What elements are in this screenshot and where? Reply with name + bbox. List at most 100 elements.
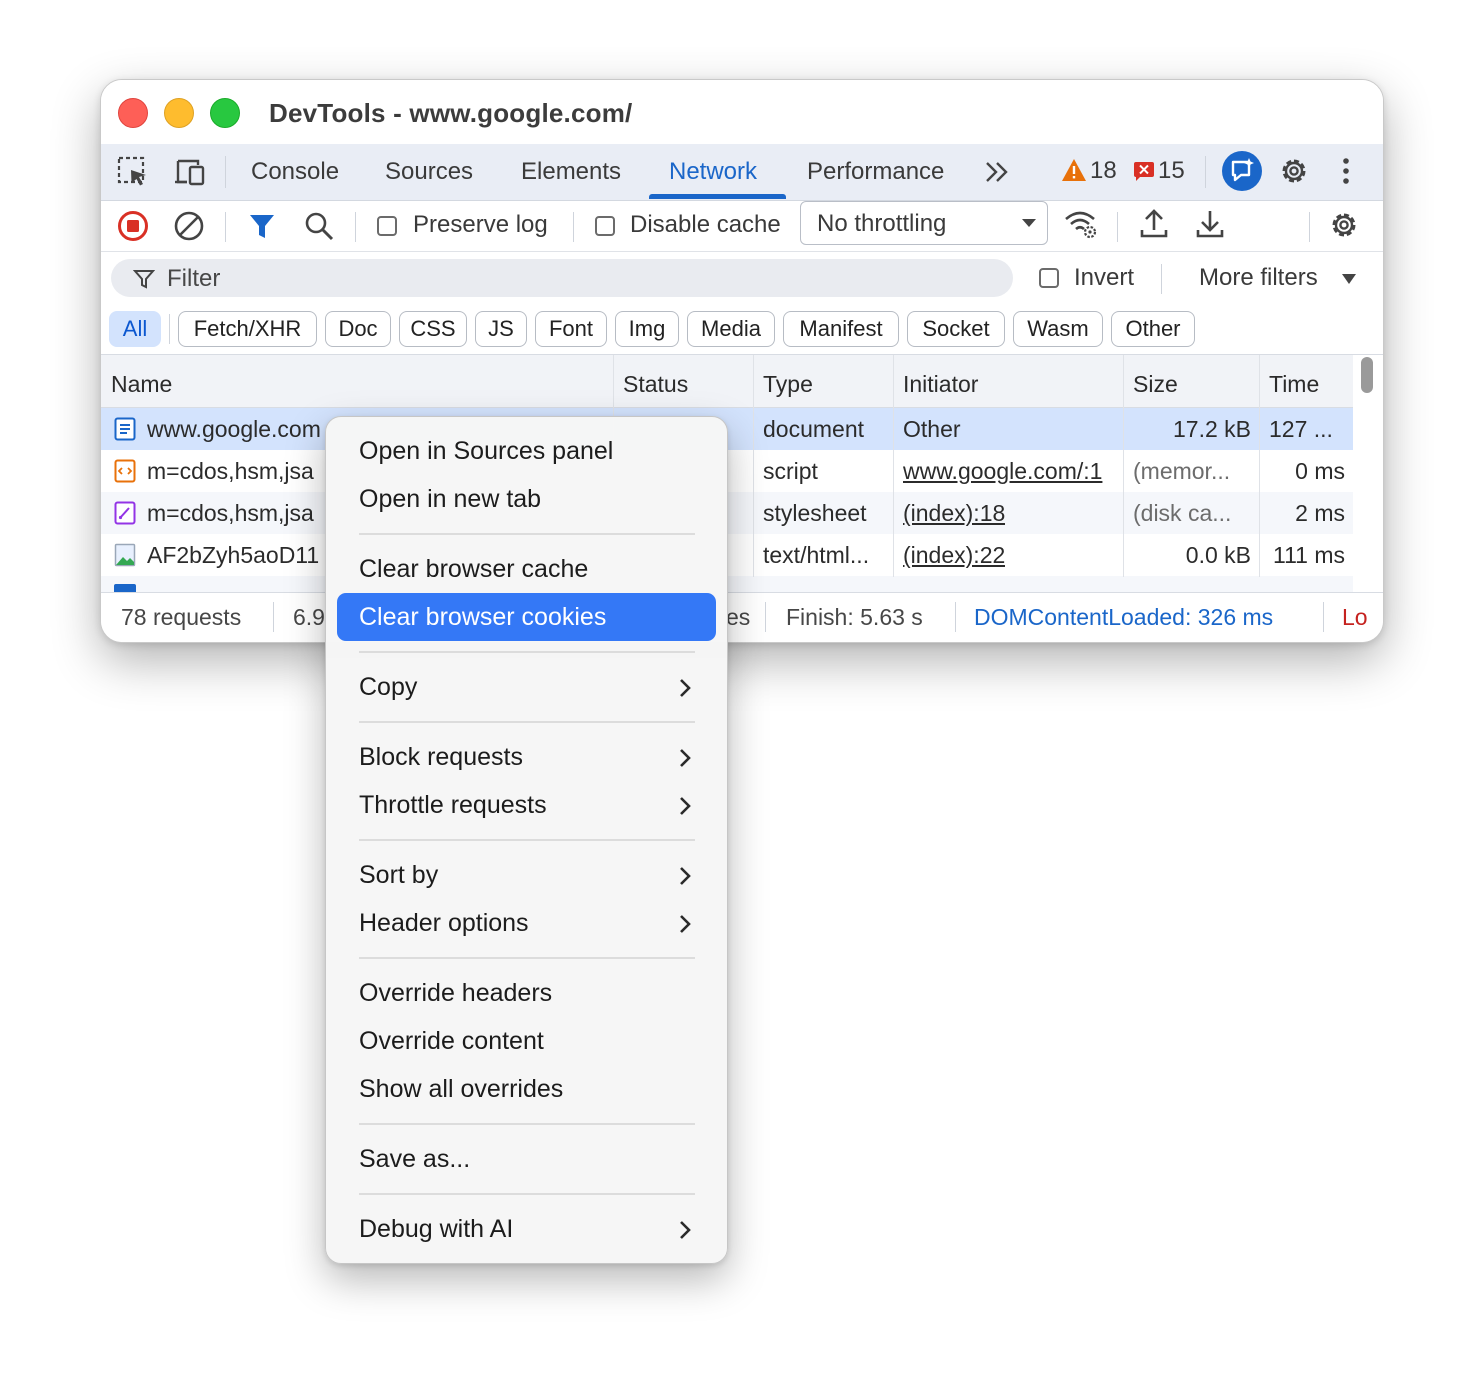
menu-item-clear-cache[interactable]: Clear browser cache — [359, 555, 588, 584]
network-settings-gear-icon[interactable] — [1327, 208, 1361, 242]
chip-socket[interactable]: Socket — [907, 311, 1005, 347]
request-name: m=cdos,hsm,jsa — [147, 458, 314, 484]
stop-recording-icon[interactable] — [117, 210, 149, 242]
request-initiator-link[interactable]: (index):22 — [903, 542, 1005, 569]
tab-elements[interactable]: Elements — [521, 158, 621, 186]
import-har-icon[interactable] — [1139, 208, 1169, 240]
menu-item-header-options[interactable]: Header options — [359, 909, 529, 938]
chip-fetch-xhr[interactable]: Fetch/XHR — [178, 311, 317, 347]
warning-icon[interactable] — [1061, 158, 1087, 182]
transferred-size: 6.9 — [293, 604, 325, 630]
column-header-time[interactable]: Time — [1269, 371, 1319, 398]
chip-css[interactable]: CSS — [399, 311, 467, 347]
ai-assistance-icon[interactable] — [1221, 150, 1263, 192]
more-options-icon[interactable] — [1341, 156, 1351, 186]
close-window-button[interactable] — [118, 98, 148, 128]
chip-doc[interactable]: Doc — [325, 311, 391, 347]
request-name: m=cdos,hsm,jsa — [147, 500, 314, 526]
disable-cache-checkbox[interactable] — [595, 216, 615, 236]
invert-label[interactable]: Invert — [1074, 264, 1134, 292]
menu-separator — [359, 721, 695, 723]
request-initiator-link[interactable]: www.google.com/:1 — [903, 458, 1123, 485]
request-initiator-link[interactable]: (index):18 — [903, 500, 1005, 527]
more-tabs-chevron-icon[interactable] — [982, 158, 1012, 186]
more-filters-button[interactable]: More filters — [1199, 264, 1318, 292]
document-icon — [114, 584, 136, 592]
image-file-icon — [114, 543, 136, 567]
network-toolbar: Preserve log Disable cache — [101, 201, 1383, 252]
toolbar-divider — [355, 212, 356, 242]
tab-sources[interactable]: Sources — [385, 158, 473, 186]
errors-count[interactable]: 15 — [1158, 157, 1185, 185]
minimize-window-button[interactable] — [164, 98, 194, 128]
finish-time: Finish: 5.63 s — [786, 604, 923, 630]
chevron-down-icon[interactable] — [1341, 273, 1357, 285]
menu-item-override-content[interactable]: Override content — [359, 1027, 544, 1056]
chevron-right-icon — [678, 677, 692, 699]
inspect-element-icon[interactable] — [117, 156, 149, 188]
clear-log-icon[interactable] — [173, 210, 205, 242]
column-header-status[interactable]: Status — [623, 371, 688, 398]
menu-item-open-in-sources[interactable]: Open in Sources panel — [359, 437, 613, 466]
preserve-log-checkbox[interactable] — [377, 216, 397, 236]
filter-funnel-icon[interactable] — [247, 211, 277, 241]
chip-all[interactable]: All — [109, 311, 161, 347]
menu-item-debug-with-ai[interactable]: Debug with AI — [359, 1215, 513, 1244]
preserve-log-label[interactable]: Preserve log — [413, 211, 548, 239]
panel-tabs-bar: Console Sources Elements Network Perform… — [101, 144, 1383, 201]
chip-js[interactable]: JS — [475, 311, 527, 347]
search-icon[interactable] — [303, 210, 335, 242]
toolbar-divider — [1117, 212, 1118, 242]
throttling-select[interactable]: No throttling — [800, 201, 1048, 245]
requests-count: 78 requests — [121, 604, 242, 630]
tab-performance[interactable]: Performance — [807, 158, 944, 186]
settings-gear-icon[interactable] — [1277, 154, 1311, 188]
menu-separator — [359, 1123, 695, 1125]
chip-wasm[interactable]: Wasm — [1013, 311, 1103, 347]
column-header-name[interactable]: Name — [111, 371, 172, 398]
menu-separator — [359, 1193, 695, 1195]
column-header-type[interactable]: Type — [763, 371, 813, 398]
chevron-right-icon — [678, 747, 692, 769]
chip-img[interactable]: Img — [615, 311, 679, 347]
menu-item-clear-cookies[interactable]: Clear browser cookies — [359, 603, 606, 632]
menu-item-save-as[interactable]: Save as... — [359, 1145, 470, 1174]
device-toolbar-icon[interactable] — [173, 156, 207, 188]
menu-item-copy[interactable]: Copy — [359, 673, 417, 702]
column-header-initiator[interactable]: Initiator — [903, 371, 978, 398]
tab-console[interactable]: Console — [251, 158, 339, 186]
tab-network[interactable]: Network — [669, 158, 757, 186]
error-icon[interactable] — [1133, 160, 1155, 182]
chip-media[interactable]: Media — [687, 311, 775, 347]
menu-item-override-headers[interactable]: Override headers — [359, 979, 552, 1008]
menu-item-sort-by[interactable]: Sort by — [359, 861, 438, 890]
chips-divider — [169, 314, 170, 344]
warnings-count[interactable]: 18 — [1090, 157, 1117, 185]
window-title: DevTools - www.google.com/ — [269, 98, 633, 128]
column-divider — [1259, 355, 1260, 577]
tabs-divider — [225, 156, 226, 188]
menu-item-show-all-overrides[interactable]: Show all overrides — [359, 1075, 563, 1104]
tabs-divider — [1205, 156, 1206, 188]
throttling-value: No throttling — [817, 210, 947, 237]
invert-checkbox[interactable] — [1039, 268, 1059, 288]
status-divider — [765, 602, 766, 632]
zoom-window-button[interactable] — [210, 98, 240, 128]
filter-input[interactable]: Filter — [111, 259, 1013, 297]
column-divider — [753, 355, 754, 577]
filter-placeholder: Filter — [167, 265, 221, 292]
chip-font[interactable]: Font — [535, 311, 607, 347]
request-type: stylesheet — [763, 500, 867, 526]
menu-item-block-requests[interactable]: Block requests — [359, 743, 523, 772]
column-header-size[interactable]: Size — [1133, 371, 1178, 398]
export-har-icon[interactable] — [1195, 208, 1225, 240]
menu-item-open-in-new-tab[interactable]: Open in new tab — [359, 485, 541, 514]
context-menu: Open in Sources panel Open in new tab Cl… — [325, 416, 728, 1264]
network-conditions-icon[interactable] — [1063, 208, 1099, 240]
disable-cache-label[interactable]: Disable cache — [630, 211, 781, 239]
table-scrollbar[interactable] — [1361, 357, 1373, 393]
menu-item-throttle-requests[interactable]: Throttle requests — [359, 791, 547, 820]
toolbar-divider — [573, 212, 574, 242]
chip-other[interactable]: Other — [1111, 311, 1195, 347]
chip-manifest[interactable]: Manifest — [783, 311, 899, 347]
